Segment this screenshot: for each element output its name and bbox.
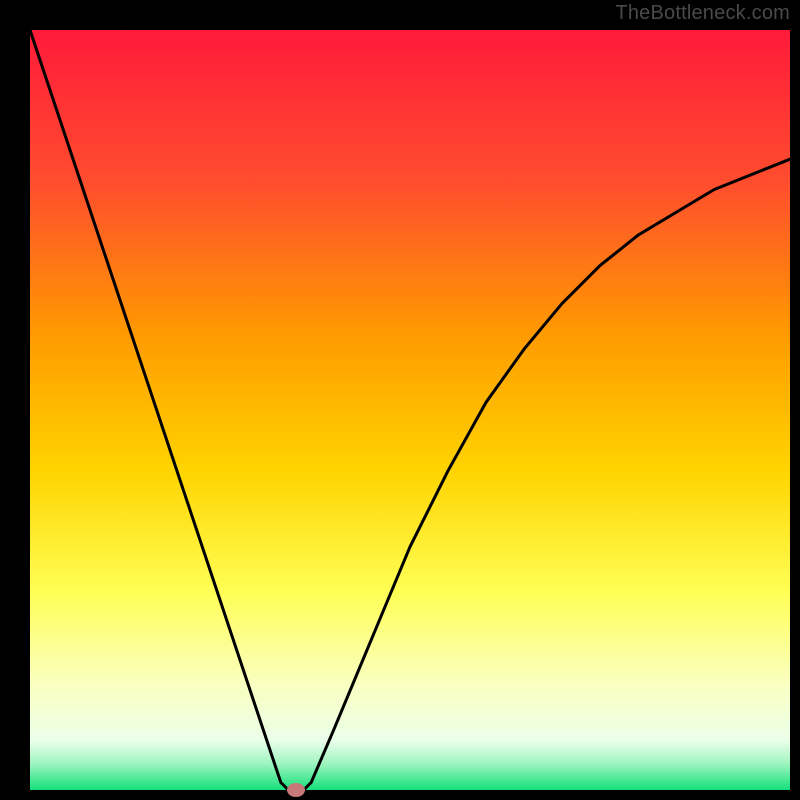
chart-frame: TheBottleneck.com bbox=[0, 0, 800, 800]
plot-background bbox=[30, 30, 790, 790]
bottleneck-chart bbox=[0, 0, 800, 800]
minimum-marker bbox=[287, 783, 305, 797]
